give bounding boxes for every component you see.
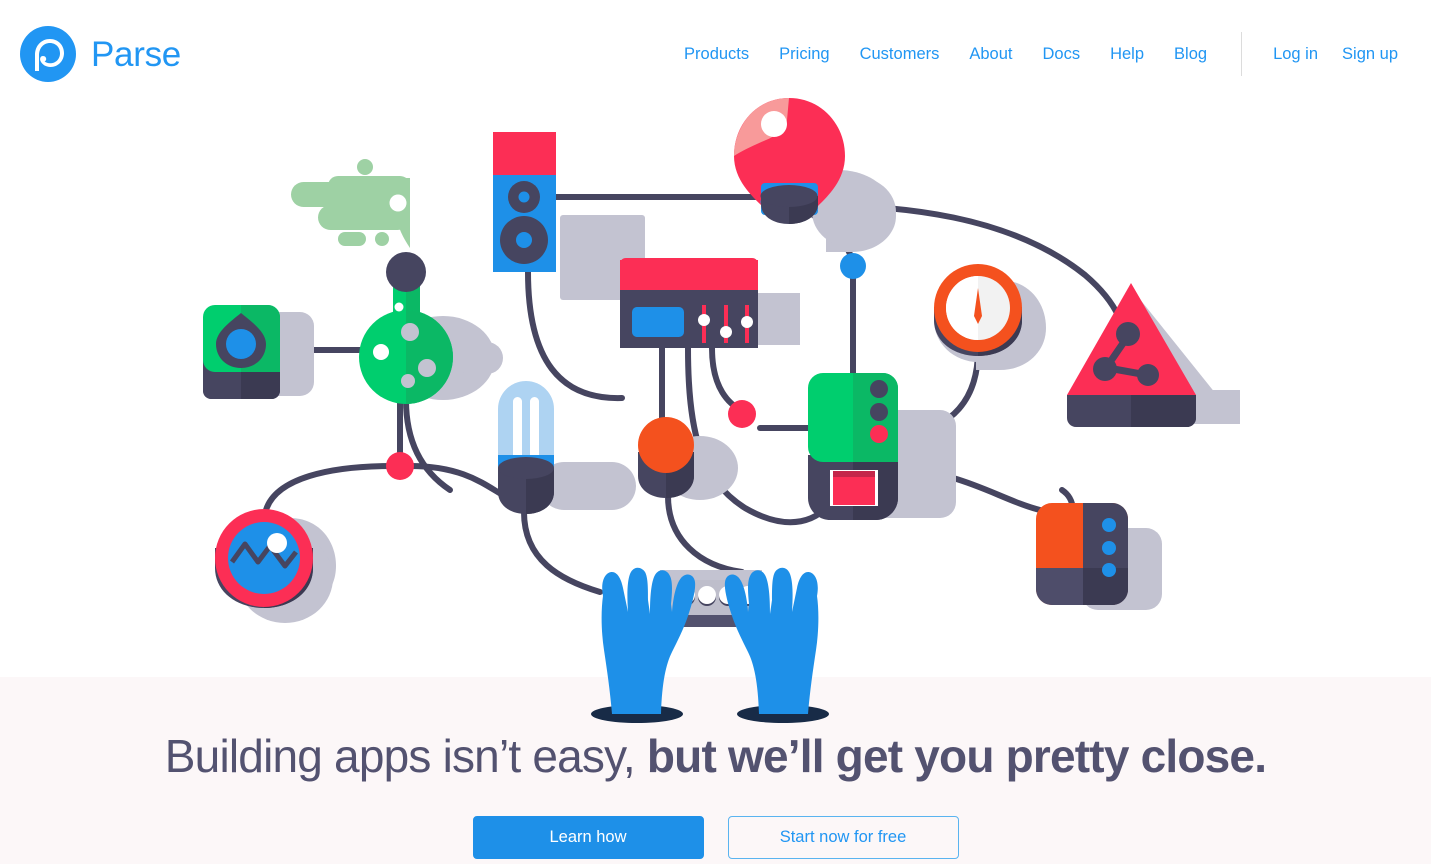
lightbulb-device (734, 98, 896, 252)
green-cloud-decoration (291, 159, 410, 248)
orange-dome-device (638, 417, 738, 500)
green-flask-device (359, 252, 503, 404)
red-node-left (386, 452, 414, 480)
nav-link-customers[interactable]: Customers (845, 39, 955, 70)
hero-headline-light: Building apps isn’t easy, (164, 730, 636, 782)
nav-divider (1241, 32, 1243, 76)
gauge-device (934, 264, 1046, 370)
nav-link-blog[interactable]: Blog (1159, 39, 1222, 70)
brand-name: Parse (91, 34, 181, 74)
mixer-device (620, 258, 800, 348)
nav-link-help[interactable]: Help (1095, 39, 1159, 70)
nav-link-docs[interactable]: Docs (1028, 39, 1096, 70)
nav-link-pricing[interactable]: Pricing (764, 39, 844, 70)
nav-link-about[interactable]: About (954, 39, 1027, 70)
auth-navigation: Log in Sign up (1261, 39, 1410, 70)
wire-group (263, 194, 1129, 595)
nav-link-products[interactable]: Products (669, 39, 764, 70)
speaker-device (493, 132, 645, 300)
signup-link[interactable]: Sign up (1330, 39, 1410, 70)
connected-devices-illustration: .wire { fill:none; stroke:#464560; strok… (0, 0, 1431, 730)
site-header: Parse Products Pricing Customers About D… (0, 0, 1431, 108)
network-triangle-device (1067, 283, 1240, 427)
primary-navigation: Products Pricing Customers About Docs He… (669, 32, 1261, 76)
red-node-center (728, 400, 756, 428)
green-printer-device (808, 373, 956, 520)
blue-node (840, 253, 866, 279)
orange-router-device (1036, 503, 1162, 610)
hero-cta-row: Learn how Start now for free (0, 816, 1431, 859)
start-now-for-free-button[interactable]: Start now for free (727, 816, 959, 859)
parse-logo-icon (20, 26, 76, 82)
disc-gauge-device (215, 509, 336, 623)
page-root: .wire { fill:none; stroke:#464560; strok… (0, 0, 1431, 864)
hero-headline-bold: but we’ll get you pretty close. (646, 730, 1267, 782)
thermometer-device (498, 381, 636, 514)
brand-logo-link[interactable]: Parse (20, 26, 181, 82)
hero-headline: Building apps isn’t easy, but we’ll get … (0, 728, 1431, 786)
login-link[interactable]: Log in (1261, 39, 1330, 70)
green-camera-device (203, 305, 314, 399)
learn-how-button[interactable]: Learn how (472, 816, 704, 859)
